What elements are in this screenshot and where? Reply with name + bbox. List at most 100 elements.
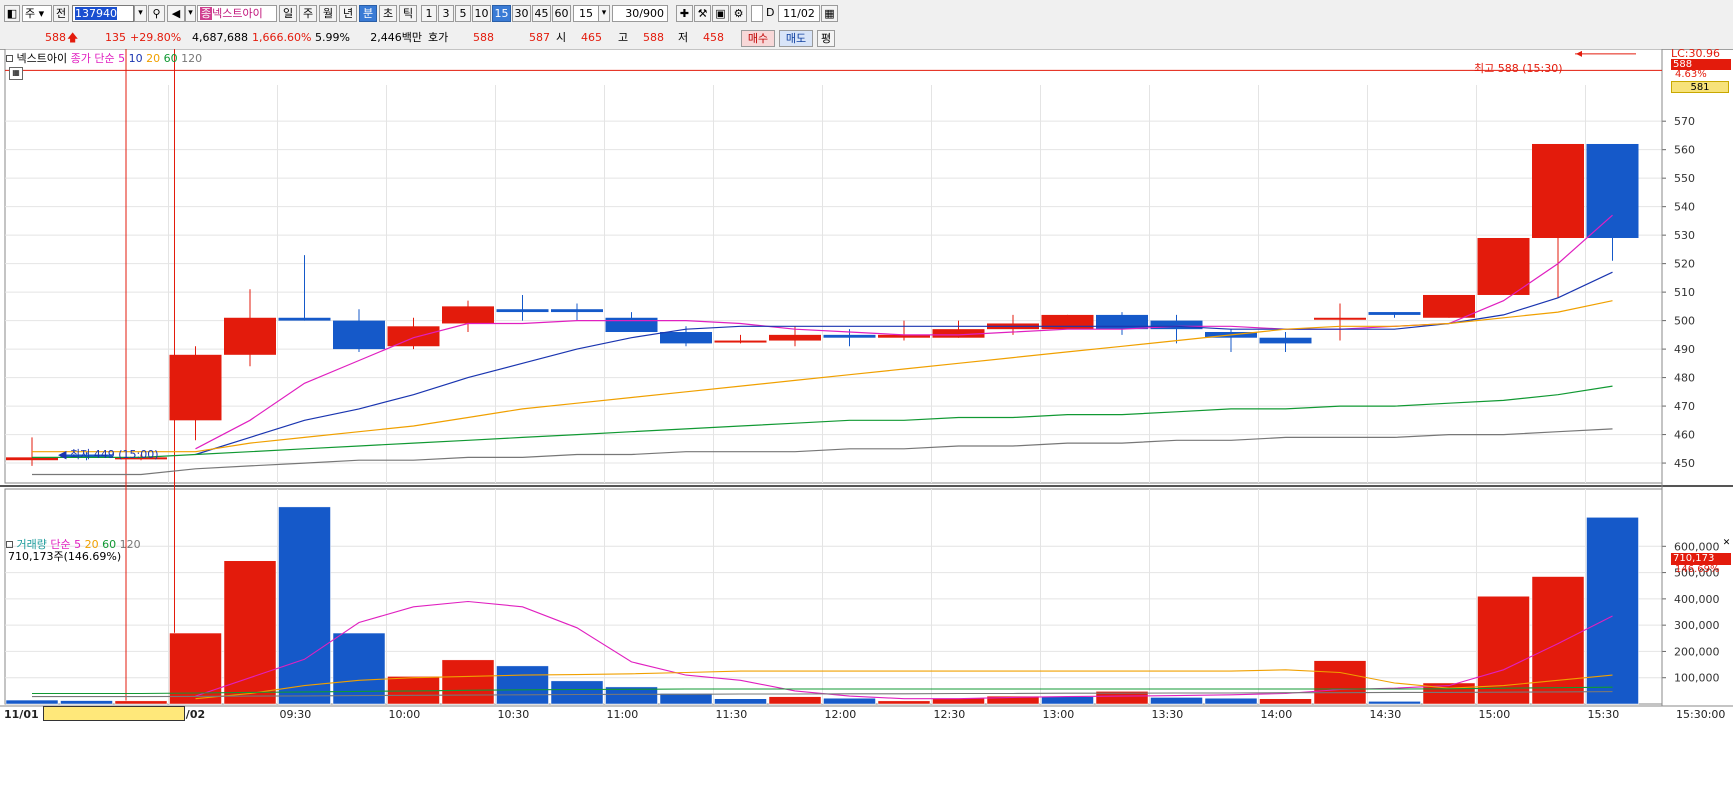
price-tick-label: 570 [1674, 115, 1695, 128]
eval-button[interactable]: 평 [817, 30, 835, 47]
indicator-icon[interactable]: ✚ [676, 5, 693, 22]
interval-45-button[interactable]: 45 [532, 5, 551, 22]
x-axis-label: 13:30 [1152, 708, 1184, 721]
low-label: 저 [678, 31, 689, 44]
sell-button[interactable]: 매도 [779, 30, 813, 47]
chart-toolbar: ◧ 주 ▾ 전 137940 ▾ ⚲ ◀ ▾ 종넥스트아이 일 주 월 년 분 … [0, 0, 1733, 28]
low-annotation-text: 최저 449 (15:00) [69, 448, 159, 461]
period-minute-button[interactable]: 분 [359, 5, 377, 22]
price-tick-label: 490 [1674, 343, 1695, 356]
price-tick-label: 450 [1674, 457, 1695, 470]
candle-body [1586, 143, 1639, 238]
volume-bar [1586, 517, 1639, 705]
tools-icon[interactable]: ⚒ [694, 5, 711, 22]
panel-icon [6, 55, 13, 62]
open-label: 시 [556, 31, 567, 44]
volume-bar [1531, 576, 1585, 705]
price-tick-label: 460 [1674, 429, 1695, 442]
candle-body [1259, 337, 1312, 344]
period-day-button[interactable]: 일 [279, 5, 297, 22]
volume-tick-label: 400,000 [1674, 593, 1720, 606]
code-dropdown-icon[interactable]: ▾ [134, 5, 147, 22]
date-input[interactable]: 11/02 [778, 5, 820, 22]
interval-3-button[interactable]: 3 [438, 5, 454, 22]
date-range-selector[interactable] [43, 706, 185, 721]
volume-tick-label: 100,000 [1674, 672, 1720, 685]
settings-icon[interactable]: ⚙ [730, 5, 747, 22]
volume-bar [5, 699, 59, 705]
grid-table-icon[interactable]: ▦ [9, 67, 23, 80]
interval-30-button[interactable]: 30 [512, 5, 531, 22]
buy-button[interactable]: 매수 [741, 30, 775, 47]
chart-area[interactable]: 570 560 550 540 530 520 510 500 490 480 470 460 450 6… [0, 47, 1733, 799]
volume-bar [1041, 696, 1094, 705]
volume-bar [1368, 701, 1421, 705]
period-second-button[interactable]: 초 [379, 5, 397, 22]
price-tick-label: 550 [1674, 172, 1695, 185]
ma-price-tag: 581 [1671, 81, 1729, 93]
high-price: 588 [643, 31, 664, 44]
price-legend-name: 넥스트아이 [16, 52, 68, 65]
candle-body [1041, 314, 1094, 330]
candle-body [1096, 314, 1148, 330]
chart-svg[interactable]: 5705605505405305205105004904804704604506… [0, 49, 1733, 799]
x-axis-label: 13:00 [1043, 708, 1075, 721]
interval-10-button[interactable]: 10 [472, 5, 491, 22]
volume-bar [278, 506, 331, 705]
close-icon[interactable]: ✕ [1722, 539, 1731, 548]
ma-5-label: 5 [118, 52, 126, 65]
stock-name: 넥스트아이 [212, 7, 263, 20]
volume-bar [223, 560, 277, 705]
volume-bar [714, 698, 767, 705]
save-icon[interactable]: ▣ [712, 5, 729, 22]
candle-body [1477, 237, 1530, 295]
candle-body [169, 354, 222, 421]
calendar-icon[interactable]: ▦ [821, 5, 838, 22]
stock-code-input[interactable]: 137940 [72, 5, 134, 22]
x-axis-label: 15:00 [1479, 708, 1511, 721]
candle-body [496, 309, 549, 313]
ma-60-label: 60 [163, 52, 178, 65]
market-select[interactable]: 주 ▾ [22, 5, 52, 22]
candle-body [660, 332, 712, 344]
x-axis-label: 15:30 [1588, 708, 1620, 721]
interval-15-button[interactable]: 15 [492, 5, 511, 22]
volume-bar [1204, 697, 1258, 705]
left-arrow-icon: ◀ [58, 448, 67, 461]
speaker-dropdown-icon[interactable]: ▾ [185, 5, 196, 22]
count-input[interactable]: 30/900 [612, 5, 668, 22]
market-mode-button[interactable]: 전 [53, 5, 69, 22]
interval-60-button[interactable]: 60 [552, 5, 571, 22]
open-price: 465 [581, 31, 602, 44]
period-year-button[interactable]: 년 [339, 5, 357, 22]
speaker-icon[interactable]: ◀ [167, 5, 185, 22]
layout-icon[interactable]: ◧ [4, 5, 20, 22]
x-axis-label: 10:30 [498, 708, 530, 721]
volume-bar [659, 693, 713, 705]
x-axis-label: 12:00 [825, 708, 857, 721]
high-annotation: 최고 588 (15:30) [1474, 62, 1563, 75]
interval-1-button[interactable]: 1 [421, 5, 437, 22]
period-tick-button[interactable]: 틱 [399, 5, 417, 22]
volume-bar [60, 700, 113, 705]
x-axis-label: 12:30 [934, 708, 966, 721]
volume-bar [1150, 697, 1203, 705]
volume-tick-label: 300,000 [1674, 619, 1720, 632]
interval-dropdown-icon[interactable]: ▾ [598, 5, 610, 22]
interval-input[interactable]: 15 [573, 5, 599, 22]
search-icon[interactable]: ⚲ [148, 5, 165, 22]
vma-120-label: 120 [119, 538, 141, 551]
date-checkbox[interactable] [751, 5, 763, 22]
current-volume: 710,173주(146.69%) [8, 550, 122, 563]
candle-body [1150, 320, 1203, 330]
period-month-button[interactable]: 월 [319, 5, 337, 22]
volume-tick-label: 200,000 [1674, 645, 1720, 658]
date-checkbox-label: D [766, 6, 775, 19]
candle-body [1532, 143, 1584, 238]
period-week-button[interactable]: 주 [299, 5, 317, 22]
quote-bar: 588 🡅 135 +29.80% 4,687,688 1,666.60% 5.… [0, 27, 1733, 50]
candle-body [224, 317, 276, 355]
candle-body [551, 309, 603, 313]
price-tick-label: 510 [1674, 286, 1695, 299]
interval-5-button[interactable]: 5 [455, 5, 471, 22]
